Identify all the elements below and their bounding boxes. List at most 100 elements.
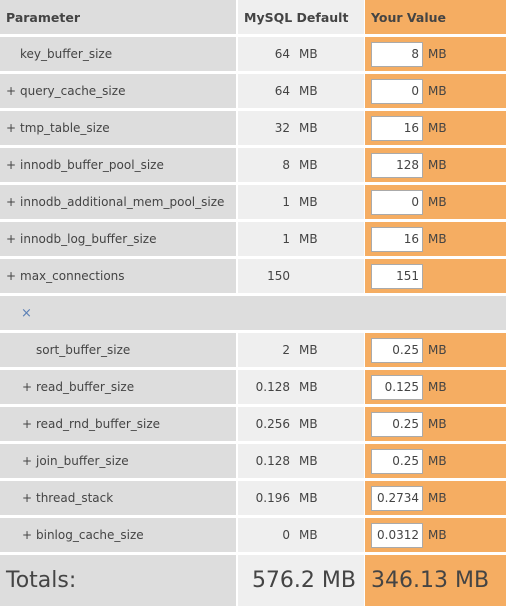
tmp-table-size-input[interactable] [371, 115, 423, 141]
parameter-cell: + max_connections [0, 259, 236, 293]
your-value-cell: MB [365, 185, 506, 219]
sort-buffer-size-input[interactable] [371, 337, 423, 363]
collapse-row: × [0, 296, 506, 330]
default-value: 2 [282, 343, 290, 357]
parameter-name: join_buffer_size [36, 454, 129, 468]
parameter-name: key_buffer_size [20, 47, 113, 61]
innodb-additional-mem-pool-size-input[interactable] [371, 189, 423, 215]
parameter-cell: + innodb_buffer_pool_size [0, 148, 236, 182]
expand-icon[interactable]: + [6, 195, 20, 209]
default-cell: 64 MB [238, 74, 364, 108]
your-value-cell: MB [365, 148, 506, 182]
totals-label: Totals: [0, 555, 236, 606]
default-header: MySQL Default [238, 0, 364, 34]
your-value-cell: MB [365, 333, 506, 367]
expand-icon[interactable]: + [22, 380, 36, 394]
read-buffer-size-input[interactable] [371, 374, 423, 400]
default-unit: MB [299, 454, 318, 468]
default-value: 0 [282, 528, 290, 542]
default-cell: 1 MB [238, 222, 364, 256]
your-value-cell: MB [365, 518, 506, 552]
default-cell: 150 [238, 259, 364, 293]
table-row: +thread_stack 0.196 MB MB [0, 481, 506, 515]
parameter-header: Parameter [0, 0, 236, 34]
expand-icon[interactable]: + [6, 158, 20, 172]
value-unit: MB [428, 454, 447, 468]
table-row: +innodb_buffer_pool_size 8 MB MB [0, 148, 506, 182]
value-unit: MB [428, 380, 447, 394]
parameter-name: thread_stack [36, 491, 114, 505]
default-unit: MB [299, 47, 318, 61]
table-row: +innodb_additional_mem_pool_size 1 MB MB [0, 185, 506, 219]
expand-icon[interactable]: + [22, 528, 36, 542]
default-value: 64 [274, 47, 290, 61]
join-buffer-size-input[interactable] [371, 448, 423, 474]
default-value: 64 [274, 84, 290, 98]
binlog-cache-size-input[interactable] [371, 522, 423, 548]
table-row: +read_rnd_buffer_size 0.256 MB MB [0, 407, 506, 441]
default-unit: MB [299, 380, 318, 394]
your-value-cell: MB [365, 37, 506, 71]
parameter-name: sort_buffer_size [36, 343, 131, 357]
table-row: +innodb_log_buffer_size 1 MB MB [0, 222, 506, 256]
default-value: 0.256 [255, 417, 290, 431]
default-cell: 8 MB [238, 148, 364, 182]
parameter-cell: + thread_stack [0, 481, 236, 515]
your-value-cell: MB [365, 407, 506, 441]
innodb-log-buffer-size-input[interactable] [371, 226, 423, 252]
thread-stack-input[interactable] [371, 485, 423, 511]
table-row: sort_buffer_size 2 MB MB [0, 333, 506, 367]
default-cell: 1 MB [238, 185, 364, 219]
header-row: Parameter MySQL Default Your Value [0, 0, 506, 34]
table-row: +join_buffer_size 0.128 MB MB [0, 444, 506, 478]
default-value: 32 [274, 121, 290, 135]
default-cell: 2 MB [238, 333, 364, 367]
your-value-cell: MB [365, 111, 506, 145]
parameter-name: innodb_log_buffer_size [20, 232, 157, 246]
parameter-cell: + read_rnd_buffer_size [0, 407, 236, 441]
your-value-cell: MB [365, 444, 506, 478]
default-unit: MB [299, 158, 318, 172]
default-cell: 0.256 MB [238, 407, 364, 441]
default-unit: MB [299, 121, 318, 135]
expand-icon[interactable]: + [22, 491, 36, 505]
totals-your-value: 346.13 MB [365, 555, 506, 606]
default-cell: 0.128 MB [238, 444, 364, 478]
query-cache-size-input[interactable] [371, 78, 423, 104]
parameter-cell: + binlog_cache_size [0, 518, 236, 552]
expand-icon[interactable]: + [6, 121, 20, 135]
parameter-cell: + innodb_additional_mem_pool_size [0, 185, 236, 219]
expand-icon[interactable]: + [6, 269, 20, 283]
value-unit: MB [428, 528, 447, 542]
parameter-name: binlog_cache_size [36, 528, 144, 542]
default-value: 0.128 [255, 380, 290, 394]
value-unit: MB [428, 232, 447, 246]
memory-calculator-table: Parameter MySQL Default Your Value key_b… [0, 0, 506, 606]
default-unit: MB [299, 84, 318, 98]
default-cell: 32 MB [238, 111, 364, 145]
parameter-cell: + join_buffer_size [0, 444, 236, 478]
default-cell: 0 MB [238, 518, 364, 552]
value-unit: MB [428, 343, 447, 357]
default-unit: MB [299, 417, 318, 431]
your-value-cell: MB [365, 370, 506, 404]
expand-icon[interactable]: + [22, 454, 36, 468]
default-value: 1 [282, 195, 290, 209]
parameter-cell: + tmp_table_size [0, 111, 236, 145]
parameter-name: tmp_table_size [20, 121, 110, 135]
parameter-name: query_cache_size [20, 84, 126, 98]
value-unit: MB [428, 84, 447, 98]
table-row: +read_buffer_size 0.128 MB MB [0, 370, 506, 404]
innodb-buffer-pool-size-input[interactable] [371, 152, 423, 178]
your-value-cell: MB [365, 222, 506, 256]
max-connections-input[interactable] [371, 263, 423, 289]
expand-icon[interactable]: + [22, 417, 36, 431]
default-unit: MB [299, 232, 318, 246]
read-rnd-buffer-size-input[interactable] [371, 411, 423, 437]
expand-icon[interactable]: + [6, 84, 20, 98]
key-buffer-size-input[interactable] [371, 41, 423, 67]
expand-icon[interactable]: + [6, 232, 20, 246]
parameter-cell: + innodb_log_buffer_size [0, 222, 236, 256]
parameter-cell: + query_cache_size [0, 74, 236, 108]
collapse-icon[interactable]: × [21, 306, 32, 321]
